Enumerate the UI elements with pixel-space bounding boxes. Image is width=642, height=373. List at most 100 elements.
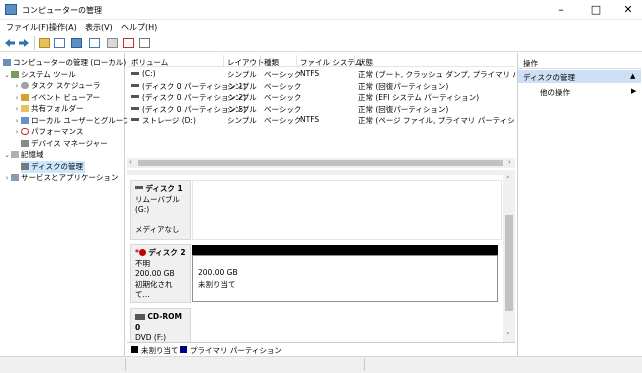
tree-item-device-manager[interactable]: デバイス マネージャー [3,138,124,150]
chevron-right-icon[interactable]: › [13,116,21,127]
scroll-down-icon[interactable]: ˅ [506,332,510,340]
shared-folder-icon [21,105,29,112]
chevron-right-icon[interactable]: › [3,173,11,184]
cell-type: ベーシック [264,93,302,102]
status-divider [125,358,126,371]
chevron-right-icon[interactable]: › [13,93,21,104]
folder-up-icon[interactable] [39,38,50,48]
scroll-right-icon[interactable]: › [508,158,511,166]
legend-swatch-unallocated [131,346,138,353]
list-view-icon[interactable] [139,38,150,48]
column-divider[interactable] [296,55,297,67]
toolbar-separator [34,36,35,50]
tree-item-task-scheduler[interactable]: › タスク スケジューラ [3,80,124,92]
window-title: コンピューターの管理 [22,6,102,15]
column-status[interactable]: 状態 [358,57,373,68]
tree-item-storage[interactable]: ⌄ 記憶域 [3,149,124,161]
legend-swatch-primary [180,346,187,353]
chevron-right-icon[interactable]: › [13,81,21,92]
device-manager-icon [21,139,29,147]
tree-item-event-viewer[interactable]: › イベント ビューアー [3,92,124,104]
table-row[interactable]: (C:) シンプル ベーシック NTFS 正常 (ブート, クラッシュ ダンプ, プライ… [127,68,515,79]
chevron-down-icon[interactable]: ⌄ [3,70,11,81]
disk-error-icon [138,249,146,256]
cell-fs: NTFS [300,115,320,124]
forward-arrow-icon[interactable] [18,38,30,48]
close-button[interactable]: ✕ [612,0,642,20]
legend-label-primary: プライマリ パーティション [190,346,282,355]
cell-layout: シンプル [227,70,257,79]
tools-icon [11,70,19,78]
tree-item-disk-management[interactable]: ディスクの管理 [3,160,124,173]
tree-item-local-users[interactable]: › ローカル ユーザーとグループ [3,115,131,127]
column-type[interactable]: 種類 [264,57,279,68]
event-icon [21,93,29,101]
column-volume[interactable]: ボリューム [131,57,168,68]
cell-status: 正常 (ブート, クラッシュ ダンプ, プライマリ パーティション) [358,70,515,79]
help-icon[interactable] [71,38,82,48]
cell-layout: シンプル [227,93,257,102]
disk1-area [192,180,502,240]
cell-status: 正常 (回復パーティション) [358,81,449,91]
cell-layout: シンプル [227,104,257,114]
tree-item-root[interactable]: コンピューターの管理 (ローカル) [3,57,126,69]
table-row[interactable]: (ディスク 0 パーティション 2) シンプル ベーシック 正常 (EFI システム … [127,91,515,102]
key-icon[interactable] [107,38,118,48]
minimize-button[interactable]: – [545,0,577,20]
properties-icon[interactable] [89,38,100,48]
volume-icon [131,95,139,98]
cell-status: 正常 (EFI システム パーティション) [358,93,480,102]
storage-icon [11,151,19,158]
menu-action[interactable]: 操作(A) [49,22,77,33]
tree-item-services-apps[interactable]: › サービスとアプリケーション [3,172,124,184]
cell-type: ベーシック [264,70,302,79]
back-arrow-icon[interactable] [4,38,16,48]
other-actions-item[interactable]: 他の操作 [540,87,570,98]
disk1-label[interactable]: ディスク 1 リムーバブル (G:) メディアなし [130,180,191,240]
scroll-up-icon[interactable]: ˄ [506,176,510,184]
cell-layout: シンプル [227,116,257,125]
actions-header: 操作 [523,59,538,68]
clock-icon [21,82,29,89]
collapse-up-icon[interactable]: ▲ [630,72,635,80]
column-layout[interactable]: レイアウト [227,57,265,68]
tree-item-performance[interactable]: › パフォーマンス [3,126,124,138]
tree-item-system-tools[interactable]: ⌄ システム ツール [3,69,124,81]
cell-volume: ストレージ (D:) [142,116,196,125]
performance-icon [21,128,29,135]
computer-management-icon [5,4,17,15]
checklist-icon[interactable] [123,38,134,48]
status-divider [364,358,365,371]
disk2-partition[interactable]: 200.00 GB 未割り当て [192,255,498,302]
console-tree-icon[interactable] [54,38,65,48]
computer-icon [3,59,11,66]
maximize-button[interactable]: □ [580,0,612,20]
horizontal-scroll-thumb[interactable] [138,160,503,166]
disk2-label[interactable]: * ディスク 2 不明 200.00 GB 初期化されて... [130,244,191,303]
volume-rows: (C:) シンプル ベーシック NTFS 正常 (ブート, クラッシュ ダンプ, プライ… [127,68,515,156]
column-filesystem[interactable]: ファイル システム [300,57,362,68]
column-divider[interactable] [354,55,355,67]
table-row[interactable]: ストレージ (D:) シンプル ベーシック NTFS 正常 (ページ ファイル, プライ… [127,114,515,125]
services-icon [11,174,19,181]
vertical-scroll-thumb[interactable] [505,215,513,311]
menu-view[interactable]: 表示(V) [85,22,113,33]
cell-fs: NTFS [300,69,320,78]
actions-pane [517,53,642,356]
menu-file[interactable]: ファイル(F) [6,22,49,33]
column-divider[interactable] [223,55,224,67]
actions-section-label: ディスクの管理 [523,73,575,82]
cdrom0-label[interactable]: CD-ROM 0 DVD (F:) [130,308,191,342]
legend-label-unallocated: 未割り当て [141,346,179,355]
table-row[interactable]: (ディスク 0 パーティション 1) シンプル ベーシック 正常 (回復パーティション… [127,80,515,91]
column-divider[interactable] [260,55,261,67]
tree-item-shared-folders[interactable]: › 共有フォルダー [3,103,124,115]
cell-type: ベーシック [264,81,302,91]
chevron-right-icon[interactable]: › [13,104,21,115]
table-row[interactable]: (ディスク 0 パーティション 5) シンプル ベーシック 正常 (回復パーティション… [127,103,515,114]
chevron-down-icon[interactable]: ⌄ [3,150,11,161]
menu-help[interactable]: ヘルプ(H) [121,22,157,33]
scroll-left-icon[interactable]: ‹ [129,158,132,166]
status-bar [0,356,642,373]
chevron-right-icon[interactable]: › [13,127,21,138]
